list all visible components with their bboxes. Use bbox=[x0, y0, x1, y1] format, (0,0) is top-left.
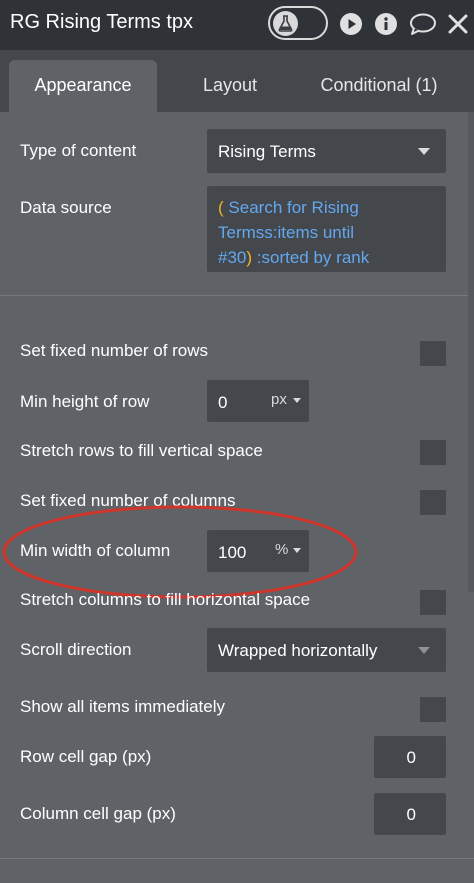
unit-chevron-icon bbox=[293, 398, 301, 403]
fixed-rows-checkbox[interactable] bbox=[420, 341, 446, 366]
expression-text[interactable]: Search for Rising bbox=[228, 198, 358, 217]
stretch-cols-checkbox[interactable] bbox=[420, 590, 446, 615]
col-gap-input[interactable]: 0 bbox=[374, 793, 446, 835]
row-gap-label: Row cell gap (px) bbox=[20, 747, 152, 766]
min-height-unit[interactable]: px bbox=[271, 391, 287, 408]
type-of-content-dropdown[interactable]: Rising Terms bbox=[207, 129, 446, 173]
scroll-direction-value: Wrapped horizontally bbox=[218, 641, 378, 660]
toggle-knob bbox=[273, 11, 298, 36]
data-source-label: Data source bbox=[20, 198, 112, 217]
chevron-down-icon bbox=[418, 647, 430, 654]
row-gap-value: 0 bbox=[406, 748, 416, 767]
show-all-label: Show all items immediately bbox=[20, 697, 226, 716]
section-divider bbox=[0, 858, 474, 883]
stretch-rows-checkbox[interactable] bbox=[420, 440, 446, 465]
play-icon[interactable] bbox=[339, 12, 363, 36]
expression-text[interactable]: Termss:items until bbox=[218, 223, 354, 242]
min-height-value: 0 bbox=[218, 393, 228, 412]
expression-line: #30) :sorted by rank bbox=[218, 245, 436, 270]
title-bar: RG Rising Terms tpx bbox=[0, 0, 474, 50]
scroll-direction-dropdown[interactable]: Wrapped horizontally bbox=[207, 628, 446, 672]
panel-title: RG Rising Terms tpx bbox=[10, 11, 194, 33]
tab-conditional[interactable]: Conditional (1) bbox=[300, 60, 458, 112]
info-icon[interactable] bbox=[374, 12, 398, 36]
expression-line: ( Search for Rising bbox=[218, 195, 436, 220]
row-gap-input[interactable]: 0 bbox=[374, 736, 446, 778]
inspector-toggle[interactable] bbox=[268, 6, 328, 40]
close-icon[interactable] bbox=[446, 12, 470, 36]
expression-line: Termss:items until bbox=[218, 220, 436, 245]
type-of-content-value: Rising Terms bbox=[218, 142, 316, 161]
comment-icon[interactable] bbox=[409, 12, 437, 36]
fixed-rows-label: Set fixed number of rows bbox=[20, 341, 209, 360]
scrollbar[interactable] bbox=[468, 112, 474, 592]
stretch-rows-label: Stretch rows to fill vertical space bbox=[20, 441, 263, 460]
flask-icon bbox=[278, 15, 293, 32]
min-height-label: Min height of row bbox=[20, 392, 150, 411]
expression-operator[interactable]: :sorted by rank bbox=[257, 248, 369, 267]
min-height-input[interactable]: 0 px bbox=[207, 380, 309, 422]
tab-bar: Appearance Layout Conditional (1) bbox=[0, 50, 474, 112]
tab-layout[interactable]: Layout bbox=[170, 60, 290, 112]
scroll-direction-label: Scroll direction bbox=[20, 640, 132, 659]
open-paren: ( bbox=[218, 198, 224, 217]
chevron-down-icon bbox=[418, 148, 430, 155]
col-gap-value: 0 bbox=[406, 805, 416, 824]
expression-text[interactable]: #30 bbox=[218, 248, 246, 267]
show-all-checkbox[interactable] bbox=[420, 697, 446, 722]
type-of-content-label: Type of content bbox=[20, 141, 137, 160]
tab-appearance[interactable]: Appearance bbox=[9, 60, 157, 112]
close-paren: ) bbox=[246, 248, 253, 267]
stretch-cols-label: Stretch columns to fill horizontal space bbox=[20, 590, 311, 609]
col-gap-label: Column cell gap (px) bbox=[20, 804, 176, 823]
data-source-expression[interactable]: ( Search for Rising Termss:items until #… bbox=[207, 186, 446, 272]
